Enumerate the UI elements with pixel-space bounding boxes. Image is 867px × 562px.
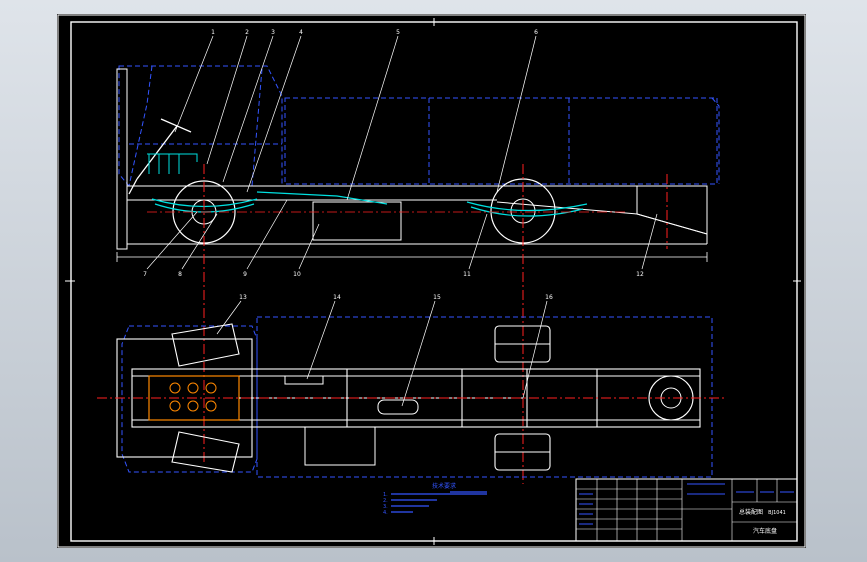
title-block: 总装配图 BJ1041 汽车底盘 [575,478,798,542]
balloon-3: 3 [271,29,275,36]
callout-7: 7 [143,271,147,278]
callout-11: 11 [463,271,471,278]
balloon-1: 1 [211,29,215,36]
side-view [116,35,720,484]
balloon-13: 13 [239,294,247,301]
outer-sheet-border [57,14,806,548]
balloon-15: 15 [433,294,441,301]
side-leader-lines [146,35,658,270]
balloon-16: 16 [545,294,553,301]
frame-center-marks [65,18,801,545]
steering-column [128,118,192,195]
balloon-14: 14 [333,294,341,301]
engine-cylinders [169,382,217,412]
note-text-strokes [391,491,487,513]
note-line-4: 4. [383,510,388,516]
cargo-outline-plan [256,316,713,478]
callout-8: 8 [178,271,182,278]
fuel-tank-side [312,201,402,241]
callout-10: 10 [293,271,301,278]
technical-notes: 技术要求 1. 2. 3. 4. [383,482,487,516]
title-block-text-strokes [579,483,794,525]
cab-outline-plan [121,325,258,473]
plan-view [97,300,727,478]
cab-hidden-outline [118,65,283,187]
balloon-4: 4 [299,29,303,36]
balloon-2: 2 [245,29,249,36]
dimension-line [116,252,708,262]
balloon-5: 5 [396,29,400,36]
balloon-6: 6 [534,29,538,36]
cad-viewport[interactable]: 1 2 3 4 5 6 7 8 9 10 11 12 13 14 15 16 技… [57,14,806,548]
title-block-title: 总装配图 [739,508,763,516]
chassis-frame-side [116,68,708,250]
seat-outline [147,153,198,174]
callout-12: 12 [636,271,644,278]
assembly-drawing: 1 2 3 4 5 6 7 8 9 10 11 12 13 14 15 16 技… [57,14,806,548]
title-block-drawing-no: BJ1041 [768,510,786,516]
notes-heading: 技术要求 [432,482,456,490]
title-block-subtitle: 汽车底盘 [753,527,777,535]
callout-9: 9 [243,271,247,278]
